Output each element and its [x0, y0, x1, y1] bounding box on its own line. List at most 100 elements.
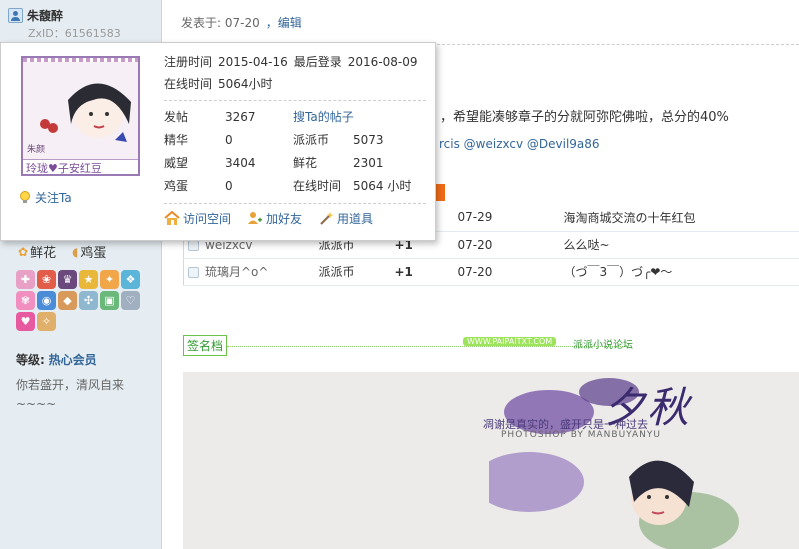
stat-value: 3404 — [225, 156, 256, 170]
stat-value: 5073 — [353, 133, 384, 147]
search-posts-link[interactable]: 搜Ta的帖子 — [293, 106, 354, 129]
stat-label: 鸡蛋 — [164, 179, 189, 193]
rate-date: 07-29 — [457, 204, 564, 232]
avatar[interactable]: 朱颜 玲珑♥子安红豆 — [21, 56, 140, 176]
register-value: 2015-04-16 — [218, 55, 288, 69]
follow-label[interactable]: 关注Ta — [35, 189, 72, 206]
medal-icon[interactable]: ♥ — [16, 312, 35, 331]
online-label: 在线时间 — [164, 77, 213, 91]
add-friend-button[interactable]: 加好友 — [247, 210, 302, 227]
add-friend-label[interactable]: 加好友 — [266, 210, 302, 227]
stat-label: 派派币 — [293, 133, 330, 147]
flower-icon: ✿ — [18, 244, 29, 259]
user-icon — [8, 8, 23, 23]
stat-value: 0 — [225, 179, 233, 193]
rate-reason: 么么哒~ — [563, 231, 799, 259]
stat-row: 精华 0 派派币 5073 — [164, 129, 426, 152]
stat-value: 0 — [225, 133, 233, 147]
stat-value: 5064 小时 — [353, 179, 412, 193]
medal-icon[interactable]: ❀ — [37, 270, 56, 289]
register-line: 注册时间 2015-04-16 最后登录 2016-08-09 — [164, 51, 428, 73]
medal-icon[interactable]: ❖ — [121, 270, 140, 289]
rate-date: 07-20 — [457, 231, 564, 259]
medal-icon[interactable]: ✚ — [16, 270, 35, 289]
visit-space-button[interactable]: 访问空间 — [164, 210, 231, 227]
avatar-caption: 玲珑♥子安红豆 — [26, 162, 102, 175]
divider — [164, 100, 426, 101]
stat-value: 2301 — [353, 156, 384, 170]
banner-credit: PHOTOSHOP BY MANBUYANYU — [501, 430, 661, 440]
lastlogin-value: 2016-08-09 — [347, 55, 418, 69]
stat-label: 鲜花 — [293, 156, 318, 170]
register-label: 注册时间 — [164, 55, 213, 69]
medal-icon[interactable]: ✧ — [37, 312, 56, 331]
level-link[interactable]: 热心会员 — [49, 353, 97, 367]
rate-reason: （づ￣3￣）づ╭❤～ — [563, 258, 799, 286]
rate-date: 07-20 — [457, 258, 564, 286]
follow-button[interactable]: 关注Ta — [19, 189, 72, 206]
online-line: 在线时间 5064小时 — [164, 73, 428, 95]
edit-link[interactable]: ，编辑 — [266, 16, 302, 30]
rate-reason: 海淘商城交流の十年红包 — [563, 204, 799, 232]
signature-header: 签名档 WWW.PAIPAITXT.COM 派派小说论坛 — [183, 333, 799, 357]
stat-row: 威望 3404 鲜花 2301 — [164, 152, 426, 175]
medal-icon[interactable]: ◉ — [37, 291, 56, 310]
medal-icon[interactable]: ♛ — [58, 270, 77, 289]
user-level: 等级: 热心会员 — [16, 351, 97, 368]
rate-type: 派派币 — [318, 258, 395, 286]
use-item-button[interactable]: 用道具 — [318, 210, 373, 227]
post-date: 发表于: 07-20 — [181, 16, 260, 30]
popup-actions: 访问空间 加好友 用道具 — [164, 210, 373, 227]
level-label: 等级: — [16, 353, 45, 367]
medal-icon[interactable]: ◆ — [58, 291, 77, 310]
lastlogin-label: 最后登录 — [293, 55, 342, 69]
popup-info: 注册时间 2015-04-16 最后登录 2016-08-09 在线时间 5064小时 — [164, 51, 428, 95]
gift-row: ✿ 鲜花 ◖ 鸡蛋 — [18, 242, 107, 262]
user-signature: 你若盛开，清风自来~~~~ — [16, 378, 125, 411]
add-friend-icon — [248, 212, 263, 224]
medal-icon[interactable]: ★ — [79, 270, 98, 289]
user-avatar-icon — [188, 267, 199, 278]
rate-amount: +1 — [394, 258, 458, 286]
signature-site-link[interactable]: WWW.PAIPAITXT.COM — [463, 337, 557, 346]
egg-gift[interactable]: ◖ 鸡蛋 — [72, 242, 107, 262]
user-zxid: ZxID：61561583 — [28, 27, 121, 40]
flower-gift[interactable]: ✿ 鲜花 — [18, 242, 57, 262]
rate-username[interactable]: 琉璃月^o^ — [205, 265, 268, 279]
stat-label: 精华 — [164, 133, 189, 147]
stat-label: 威望 — [164, 156, 189, 170]
post-body-text: ，希望能凑够章子的分就阿弥陀佛啦，总分的40% — [440, 110, 729, 125]
mention-list[interactable]: rcis @weizxcv @Devil9a86 — [439, 137, 600, 151]
stat-label: 在线时间 — [293, 179, 342, 193]
medal-icon[interactable]: ✾ — [16, 291, 35, 310]
stat-grid: 发帖 3267 搜Ta的帖子 精华 0 派派币 5073 威望 3404 鲜花 … — [164, 106, 426, 198]
visit-space-label[interactable]: 访问空间 — [183, 210, 231, 227]
username-row[interactable]: 朱馥醉 — [8, 7, 63, 24]
signature-badge: 签名档 — [183, 335, 228, 356]
medal-icon[interactable]: ♡ — [121, 291, 140, 310]
use-item-label[interactable]: 用道具 — [337, 210, 373, 227]
wand-icon — [320, 212, 334, 225]
medal-icon[interactable]: ▣ — [100, 291, 119, 310]
stat-row: 鸡蛋 0 在线时间 5064 小时 — [164, 175, 426, 198]
stat-label: 发帖 — [164, 110, 189, 124]
rate-user-cell[interactable]: 琉璃月^o^ — [183, 258, 319, 286]
medal-icon[interactable]: ✣ — [79, 291, 98, 310]
medal-list: ✚ ❀ ♛ ★ ✦ ❖ ✾ ◉ ◆ ✣ ▣ ♡ ♥ ✧ — [16, 270, 156, 331]
table-row: 琉璃月^o^ 派派币 +1 07-20 （づ￣3￣）づ╭❤～ — [183, 258, 799, 286]
divider — [164, 203, 426, 204]
flower-gift-label: 鲜花 — [30, 246, 57, 261]
stat-value: 3267 — [225, 110, 256, 124]
egg-gift-label: 鸡蛋 — [80, 246, 107, 261]
signature-banner-image: 夕秋 凋谢是真实的，盛开只是一种过去 PHOTOSHOP BY MANBUYAN… — [183, 372, 799, 549]
stat-row: 发帖 3267 搜Ta的帖子 — [164, 106, 426, 129]
post-meta: 发表于: 07-20 ，编辑 — [181, 14, 302, 31]
bulb-icon — [20, 190, 30, 203]
home-icon — [164, 211, 180, 225]
signature-divider — [227, 346, 627, 347]
egg-icon: ◖ — [72, 244, 79, 259]
medal-icon[interactable]: ✦ — [100, 270, 119, 289]
signature-forum-link[interactable]: 派派小说论坛 — [573, 336, 633, 351]
username[interactable]: 朱馥醉 — [27, 7, 63, 24]
avatar-name: 朱颜 — [27, 145, 46, 155]
